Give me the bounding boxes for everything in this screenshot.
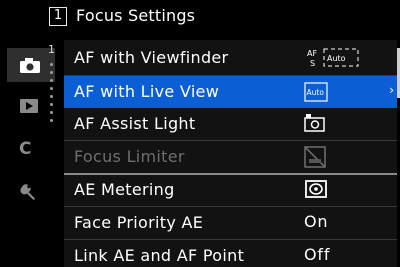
menu-item-focus-limiter[interactable]: Focus Limiter [64, 141, 397, 173]
sub-page-dot [50, 63, 53, 66]
menu-item-af-with-viewfinder[interactable]: AF with Viewfinder AF S Auto [64, 42, 397, 74]
sub-page-dot [50, 71, 53, 74]
sub-page-marker: 1 [48, 43, 55, 56]
wrench-icon [20, 184, 35, 200]
menu-item-value: On [304, 212, 329, 231]
tab-custom[interactable]: C [7, 132, 55, 166]
menu-item-link-ae-and-af-point[interactable]: Link AE and AF Point Off [64, 240, 397, 267]
tab-setup[interactable] [7, 174, 55, 208]
auto-label: Auto [327, 54, 346, 63]
menu-item-label: Focus Limiter [74, 147, 185, 166]
menu-item-label: AE Metering [74, 180, 175, 199]
focus-limiter-icon [304, 146, 326, 168]
sub-page-dot [50, 79, 53, 82]
auto-label: Auto [307, 88, 325, 97]
category-sidebar: 1 C [0, 40, 64, 267]
playback-icon [20, 99, 38, 113]
page-number-badge: 1 [49, 7, 67, 26]
menu-item-label: AF with Viewfinder [74, 48, 229, 67]
menu-item-ae-metering[interactable]: AE Metering [64, 174, 397, 206]
menu-item-af-assist-light[interactable]: AF Assist Light [64, 108, 397, 140]
af-s-auto-icon: AF S Auto [307, 48, 359, 68]
auto-af-icon: Auto [304, 82, 328, 102]
metering-icon [305, 180, 327, 198]
custom-c-icon: C [19, 139, 32, 159]
submenu-arrow-icon: › [389, 83, 394, 97]
menu-item-value: Off [304, 245, 331, 264]
camera-icon [20, 58, 40, 73]
s-label: S [310, 59, 315, 68]
settings-menu: AF with Viewfinder AF S Auto AF with Liv… [64, 40, 397, 267]
menu-item-face-priority-ae[interactable]: Face Priority AE On [64, 207, 397, 239]
af-assist-light-icon [304, 114, 325, 132]
header-bar: 1 Focus Settings [0, 0, 400, 40]
menu-item-label: AF Assist Light [74, 114, 196, 133]
page-title: Focus Settings [76, 6, 196, 25]
menu-item-label: AF with Live View [74, 82, 220, 101]
tab-playback[interactable] [7, 89, 55, 123]
menu-item-label: Face Priority AE [74, 213, 204, 232]
af-label: AF [307, 49, 317, 58]
menu-item-af-with-live-view[interactable]: AF with Live View Auto › [64, 76, 397, 108]
menu-item-label: Link AE and AF Point [74, 246, 245, 265]
